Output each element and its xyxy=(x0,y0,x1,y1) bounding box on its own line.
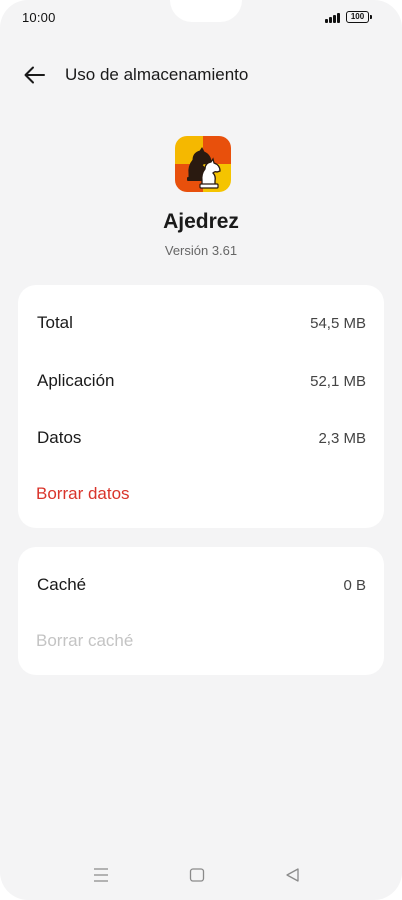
app-version: Versión 3.61 xyxy=(164,243,238,258)
storage-row-data: Datos 2,3 MB xyxy=(18,418,384,458)
back-triangle-icon[interactable] xyxy=(278,858,308,892)
row-value: 54,5 MB xyxy=(310,315,366,332)
clear-cache-button[interactable]: Borrar caché xyxy=(36,631,133,651)
cache-row: Caché 0 B xyxy=(18,565,384,605)
clear-data-button[interactable]: Borrar datos xyxy=(36,484,130,504)
page-title: Uso de almacenamiento xyxy=(65,65,249,84)
back-arrow-icon[interactable] xyxy=(22,62,48,88)
chess-knight-icon xyxy=(175,136,231,192)
row-value: 2,3 MB xyxy=(318,430,366,447)
row-value: 0 B xyxy=(343,577,366,594)
cache-card: Caché 0 B Borrar caché xyxy=(18,547,384,675)
storage-row-total: Total 54,5 MB xyxy=(18,303,384,343)
row-value: 52,1 MB xyxy=(310,373,366,390)
status-bar: 10:00 100 xyxy=(0,0,402,36)
header: Uso de almacenamiento xyxy=(0,56,402,94)
signal-icon xyxy=(325,12,341,23)
home-icon[interactable] xyxy=(182,858,212,892)
battery-icon: 100 xyxy=(346,11,372,23)
storage-row-app: Aplicación 52,1 MB xyxy=(18,361,384,401)
row-label: Aplicación xyxy=(37,371,115,390)
phone-screen: 10:00 100 Uso de almacenamiento Ajedrez … xyxy=(0,0,402,900)
status-time: 10:00 xyxy=(22,10,56,25)
storage-card: Total 54,5 MB Aplicación 52,1 MB Datos 2… xyxy=(18,285,384,528)
row-label: Datos xyxy=(37,428,82,447)
navigation-bar xyxy=(0,858,402,892)
row-label: Total xyxy=(37,313,73,332)
row-label: Caché xyxy=(37,575,87,594)
app-name: Ajedrez xyxy=(163,210,239,233)
menu-icon[interactable] xyxy=(86,858,116,892)
